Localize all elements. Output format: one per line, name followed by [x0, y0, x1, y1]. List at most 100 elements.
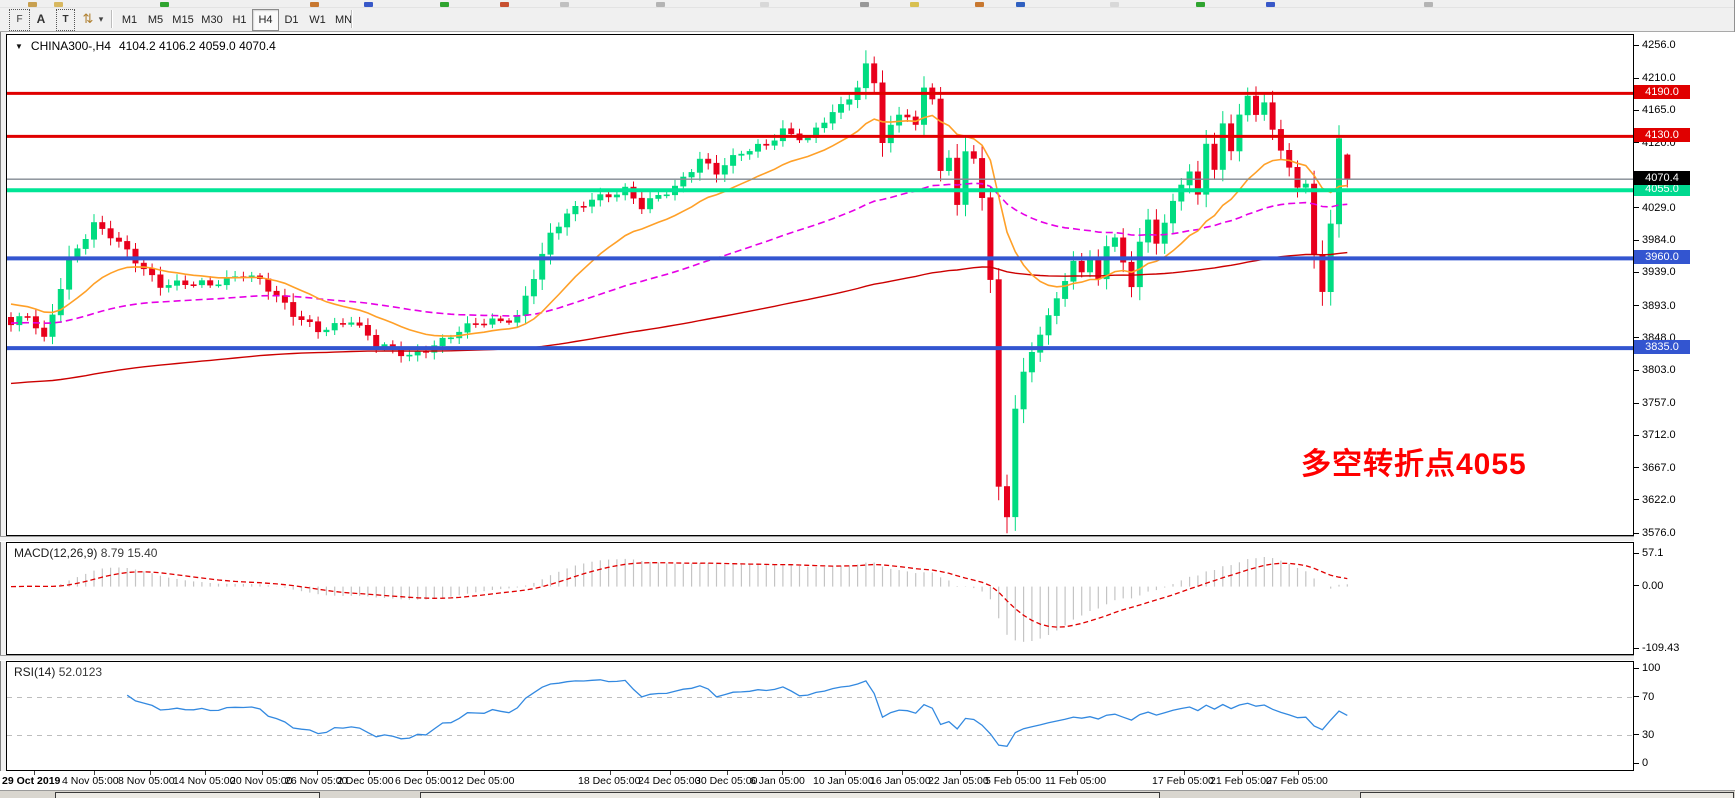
axis-tick: 3803.0	[1634, 364, 1676, 376]
axis-tick: 57.1	[1634, 547, 1663, 559]
date-axis-label: 24 Dec 05:00	[638, 775, 700, 787]
date-axis-label: 29 Oct 2019	[2, 775, 60, 787]
ma-mid-magenta	[11, 183, 1347, 323]
date-axis-label: 17 Feb 05:00	[1152, 775, 1214, 787]
price-level-badge: 4190.0	[1634, 85, 1690, 99]
toolbar-icon-sliver	[560, 2, 569, 7]
symbol-title: ▼ CHINA300-,H4 4104.2 4106.2 4059.0 4070…	[15, 39, 276, 53]
axis-tick: 3939.0	[1634, 266, 1676, 278]
toolbar-separator	[351, 10, 353, 28]
main-toolbar: F A T ⇅ ▾ M1M5M15M30H1H4D1W1MN	[0, 8, 1735, 32]
toolbar-icon-sliver	[54, 2, 63, 7]
timeframe-button-m5[interactable]: M5	[142, 9, 169, 31]
axis-tick: 4165.0	[1634, 104, 1676, 116]
axis-tick: 3984.0	[1634, 234, 1676, 246]
toolbar-icon-sliver	[440, 2, 449, 7]
toolbar-icon-sliver	[28, 2, 37, 7]
date-axis-label: 5 Feb 05:00	[985, 775, 1041, 787]
minimized-window-edge	[55, 792, 320, 798]
toolbar-icon-sliver	[1196, 2, 1205, 7]
date-axis-tick	[1184, 771, 1185, 775]
date-axis-tick	[727, 771, 728, 775]
timeframe-button-w1[interactable]: W1	[304, 9, 331, 31]
date-axis-tick	[960, 771, 961, 775]
date-axis-label: 4 Nov 05:00	[62, 775, 119, 787]
rsi-line	[127, 680, 1347, 747]
timeframe-button-m30[interactable]: M30	[197, 9, 227, 31]
date-axis[interactable]: 29 Oct 20194 Nov 05:008 Nov 05:0014 Nov …	[0, 771, 1634, 790]
timeframe-button-h1[interactable]: H1	[226, 9, 253, 31]
timeframe-button-m15[interactable]: M15	[168, 9, 198, 31]
axis-tick: 70	[1634, 691, 1654, 703]
date-axis-tick	[1077, 771, 1078, 775]
date-axis-tick	[670, 771, 671, 775]
textbox-tool-icon[interactable]: T	[56, 9, 75, 31]
toolbar-icon-sliver	[760, 2, 769, 7]
rsi-canvas[interactable]	[7, 662, 1634, 770]
date-axis-label: 12 Dec 05:00	[452, 775, 514, 787]
date-axis-label: 20 Nov 05:00	[230, 775, 292, 787]
minimized-window-edge	[1360, 792, 1734, 798]
date-axis-tick	[1017, 771, 1018, 775]
main-chart-panel[interactable]: ▼ CHINA300-,H4 4104.2 4106.2 4059.0 4070…	[6, 34, 1634, 536]
toolbar-icon-sliver	[160, 2, 169, 7]
axis-tick: 3622.0	[1634, 494, 1676, 506]
date-axis-label: 27 Feb 05:00	[1266, 775, 1328, 787]
axis-tick: 3893.0	[1634, 300, 1676, 312]
text-label-tool-icon[interactable]: A	[33, 9, 49, 29]
date-axis-label: 22 Jan 05:00	[928, 775, 989, 787]
date-axis-label: 6 Jan 05:00	[750, 775, 805, 787]
date-axis-tick	[782, 771, 783, 775]
axis-tick: -109.43	[1634, 642, 1679, 654]
crosshair-icon[interactable]: F	[9, 9, 30, 31]
date-axis-tick	[845, 771, 846, 775]
toolbar-separator	[111, 10, 113, 28]
date-axis-label: 16 Jan 05:00	[870, 775, 931, 787]
axis-tick: 3757.0	[1634, 397, 1676, 409]
macd-canvas[interactable]	[7, 543, 1634, 654]
toolbar-icon-sliver	[1424, 2, 1433, 7]
date-axis-tick	[902, 771, 903, 775]
date-axis-tick	[94, 771, 95, 775]
date-axis-label: 18 Dec 05:00	[578, 775, 640, 787]
price-axis[interactable]: 4256.04210.04165.04120.04029.03984.03939…	[1634, 32, 1735, 790]
ma-slow-red	[11, 253, 1347, 384]
arrows-tool-caret-icon[interactable]: ▾	[96, 9, 106, 29]
date-axis-label: 14 Nov 05:00	[173, 775, 235, 787]
symbol-dropdown-icon[interactable]: ▼	[15, 42, 23, 51]
toolbar-icon-sliver	[364, 2, 373, 7]
axis-tick: 4256.0	[1634, 39, 1676, 51]
date-axis-tick	[205, 771, 206, 775]
timeframe-button-d1[interactable]: D1	[278, 9, 305, 31]
price-level-badge: 4130.0	[1634, 128, 1690, 142]
toolbar-icon-sliver	[1110, 2, 1119, 7]
annotation-text: 多空转折点4055	[1301, 439, 1527, 483]
macd-panel[interactable]: MACD(12,26,9) 8.79 15.40	[6, 542, 1634, 655]
toolbar-icon-sliver	[310, 2, 319, 7]
toolbar-icon-sliver	[500, 2, 509, 7]
axis-tick: 3667.0	[1634, 462, 1676, 474]
current-price-badge: 4070.4	[1634, 171, 1690, 185]
date-axis-tick	[484, 771, 485, 775]
date-axis-tick	[610, 771, 611, 775]
toolbar-icon-sliver	[1266, 2, 1275, 7]
date-axis-label: 8 Nov 05:00	[118, 775, 175, 787]
rsi-panel[interactable]: RSI(14) 52.0123	[6, 661, 1634, 771]
axis-tick: 4210.0	[1634, 72, 1676, 84]
macd-signal-line	[11, 563, 1347, 627]
axis-tick: 30	[1634, 729, 1654, 741]
date-axis-tick	[369, 771, 370, 775]
axis-tick: 0	[1634, 757, 1648, 769]
toolbar-icon-sliver	[656, 2, 665, 7]
axis-tick: 0.00	[1634, 580, 1663, 592]
date-axis-tick	[427, 771, 428, 775]
axis-tick: 4029.0	[1634, 202, 1676, 214]
date-axis-label: 21 Feb 05:00	[1210, 775, 1272, 787]
macd-label: MACD(12,26,9) 8.79 15.40	[14, 546, 157, 560]
timeframe-button-m1[interactable]: M1	[116, 9, 143, 31]
arrows-tool-icon[interactable]: ⇅	[80, 9, 96, 29]
top-icon-strip	[0, 0, 1735, 8]
axis-tick: 3576.0	[1634, 527, 1676, 539]
symbol-ohlc: 4104.2 4106.2 4059.0 4070.4	[119, 39, 276, 53]
timeframe-button-h4[interactable]: H4	[252, 9, 279, 31]
